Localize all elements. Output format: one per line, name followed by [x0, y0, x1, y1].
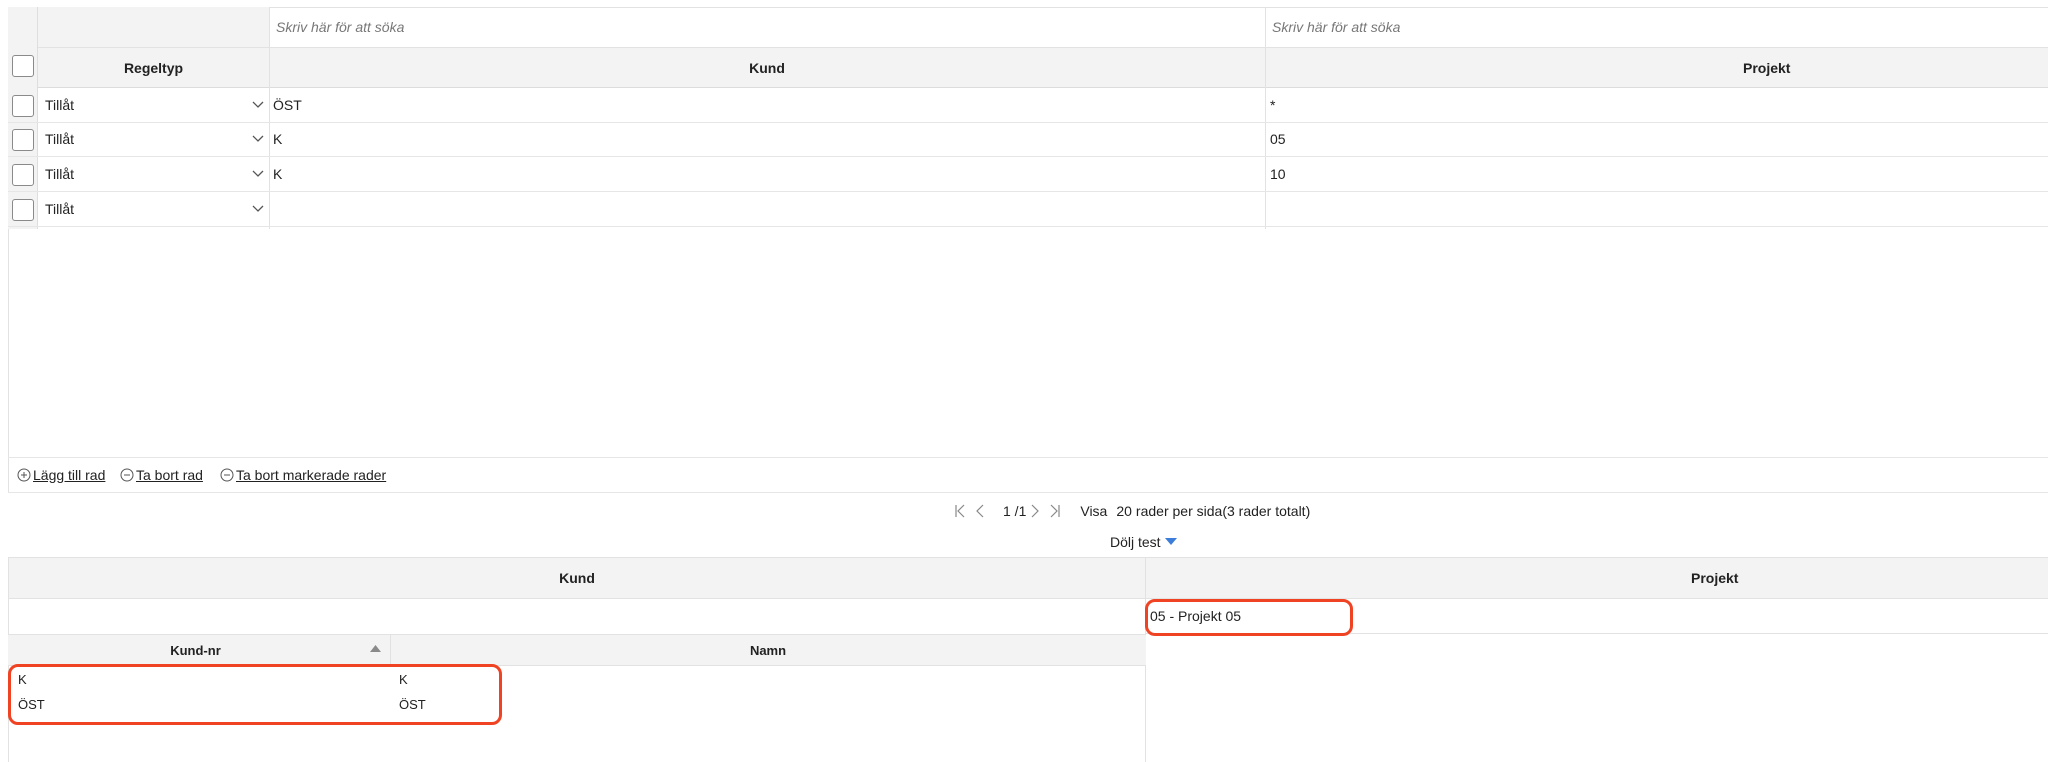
grid-footer-divider — [8, 457, 2048, 458]
kund-cell[interactable]: ÖST — [273, 88, 1253, 122]
regeltyp-select[interactable]: Tillåt — [45, 157, 265, 191]
kund-header[interactable]: Kund — [269, 47, 1265, 88]
regeltyp-select[interactable]: Tillåt — [45, 192, 265, 226]
hide-test-label: Dölj test — [1110, 534, 1161, 550]
test-projekt-title: Projekt — [1691, 570, 1739, 586]
per-page-select[interactable]: 20 — [1116, 503, 1132, 519]
select-all-checkbox[interactable] — [12, 55, 34, 77]
row-checkbox[interactable] — [12, 129, 34, 151]
kund-nr-header[interactable]: Kund-nr — [8, 634, 383, 666]
prev-page-icon[interactable] — [973, 503, 987, 519]
kund-highlight-box — [8, 664, 502, 725]
projekt-cell[interactable] — [1270, 192, 2040, 226]
remove-row-label: Ta bort rad — [136, 467, 203, 483]
projekt-search-cell — [1265, 7, 2048, 47]
kund-search-input[interactable] — [274, 18, 1265, 36]
total-rows: (3 rader totalt) — [1222, 503, 1311, 519]
column-divider — [269, 7, 270, 229]
remove-selected-label: Ta bort markerade rader — [236, 467, 387, 483]
row-checkbox[interactable] — [12, 164, 34, 186]
per-page-suffix: rader per sida — [1135, 503, 1223, 519]
page-indicator: 1 /1 — [1003, 503, 1027, 519]
add-row-label: Lägg till rad — [33, 467, 106, 483]
kund-cell[interactable]: K — [273, 157, 1253, 191]
namn-header[interactable]: Namn — [391, 634, 1145, 666]
first-page-icon[interactable] — [953, 503, 967, 519]
sort-asc-icon[interactable] — [370, 645, 381, 652]
chevron-down-icon — [251, 167, 265, 181]
last-page-icon[interactable] — [1048, 503, 1062, 519]
projekt-cell[interactable]: * — [1270, 88, 2040, 122]
chevron-down-icon — [251, 132, 265, 146]
projekt-search-input[interactable] — [1270, 18, 2048, 36]
column-divider — [1265, 7, 1266, 229]
show-label: Visa — [1080, 503, 1108, 519]
next-page-icon[interactable] — [1028, 503, 1042, 519]
regeltyp-value: Tillåt — [45, 201, 75, 217]
pager: 1 /1 Visa 20 rader per sida (3 rader tot… — [953, 500, 1310, 522]
row-selector-gutter — [8, 7, 38, 229]
test-kund-title: Kund — [559, 570, 595, 586]
kund-search-cell — [269, 7, 1265, 47]
add-row-button[interactable]: Lägg till rad — [17, 464, 105, 486]
projekt-header[interactable]: Projekt — [1265, 47, 2048, 88]
chevron-down-icon — [251, 202, 265, 216]
remove-selected-button[interactable]: Ta bort markerade rader — [220, 464, 386, 486]
minus-circle-icon — [220, 468, 234, 482]
actions-divider — [8, 492, 2048, 493]
row-checkbox[interactable] — [12, 199, 34, 221]
kund-cell[interactable] — [273, 192, 1253, 226]
projekt-highlight-box — [1145, 599, 1353, 636]
kund-cell[interactable]: K — [273, 122, 1253, 156]
regeltyp-search-spacer — [38, 7, 269, 47]
projekt-cell[interactable]: 10 — [1270, 157, 2040, 191]
hide-test-toggle[interactable]: Dölj test — [1110, 532, 1177, 552]
caret-down-icon — [1164, 538, 1177, 545]
row-checkbox[interactable] — [12, 95, 34, 117]
plus-circle-icon — [17, 468, 31, 482]
regeltyp-select[interactable]: Tillåt — [45, 122, 265, 156]
regeltyp-value: Tillåt — [45, 166, 75, 182]
chevron-down-icon — [251, 98, 265, 112]
regeltyp-select[interactable]: Tillåt — [45, 88, 265, 122]
regeltyp-value: Tillåt — [45, 131, 75, 147]
regeltyp-header[interactable]: Regeltyp — [38, 47, 269, 88]
row-divider — [8, 226, 2048, 227]
regeltyp-value: Tillåt — [45, 97, 75, 113]
remove-row-button[interactable]: Ta bort rad — [120, 464, 203, 486]
projekt-cell[interactable]: 05 — [1270, 122, 2040, 156]
minus-circle-icon — [120, 468, 134, 482]
